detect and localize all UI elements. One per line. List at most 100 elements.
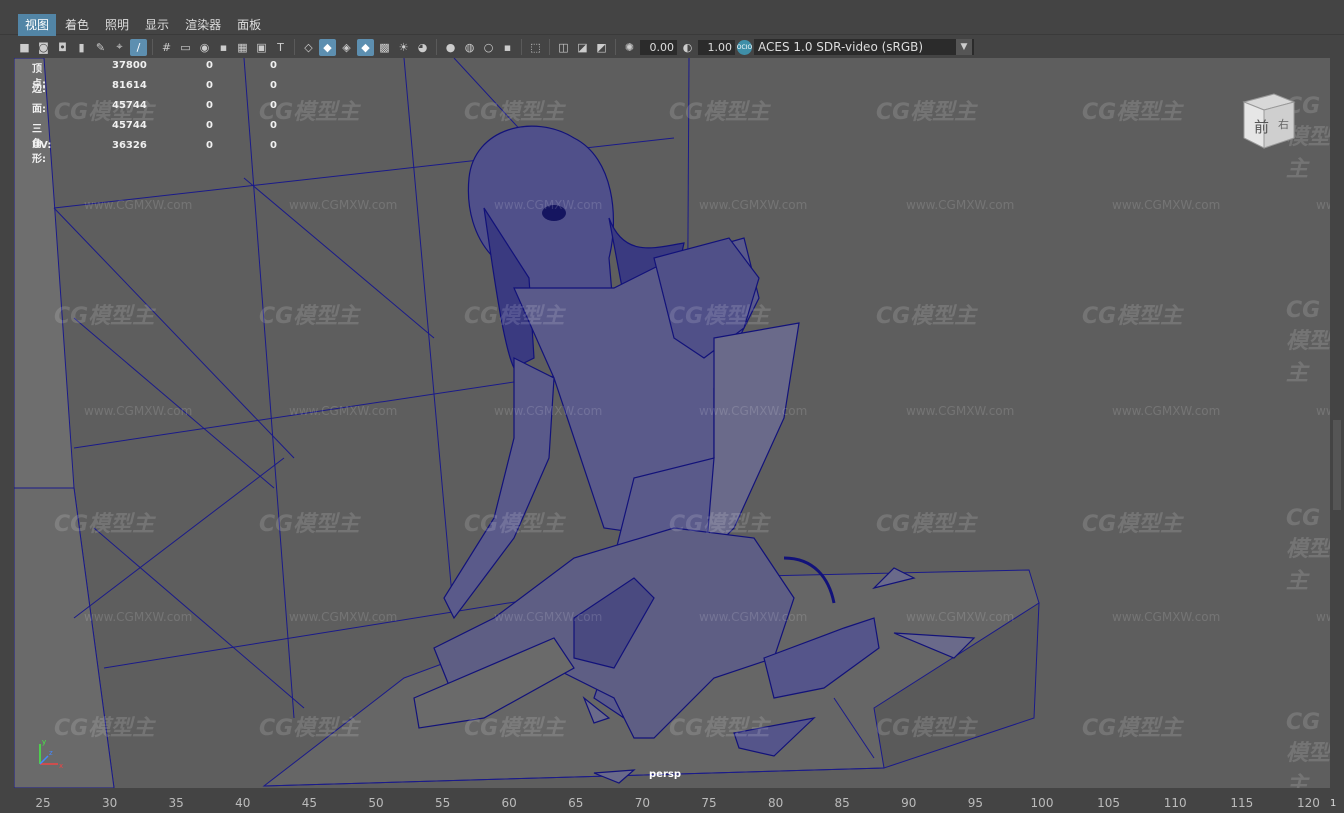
watermark-url: www.CGMXW.com: [84, 610, 193, 624]
wireframe-icon[interactable]: ◇: [300, 39, 317, 56]
isolate-select-icon[interactable]: ⬚: [527, 39, 544, 56]
watermark-logo: CG模型主: [54, 304, 155, 329]
xray-joints-icon[interactable]: ◪: [574, 39, 591, 56]
watermark-logo: CG模型主: [1082, 716, 1183, 741]
watermark-logo: CG模型主: [54, 100, 155, 125]
lights-icon[interactable]: ☀: [395, 39, 412, 56]
film-gate-icon[interactable]: ▭: [177, 39, 194, 56]
ocio-icon[interactable]: OCIO: [737, 39, 752, 55]
safe-action-icon[interactable]: ▣: [253, 39, 270, 56]
viewcube-front-label: 前: [1254, 118, 1269, 136]
safe-title-icon[interactable]: T: [272, 39, 289, 56]
stat-label: UV:: [32, 140, 52, 151]
menu-item[interactable]: 着色: [58, 14, 96, 36]
wireframe-on-shaded-icon[interactable]: ◆: [357, 38, 374, 56]
watermark-url: www.CGMXW.com: [1316, 198, 1330, 212]
timeline-tick-label: 40: [235, 796, 251, 810]
camera-attr-icon[interactable]: ◙: [35, 39, 52, 56]
menu-item[interactable]: 视图: [18, 14, 57, 36]
viewport-menubar: 视图 着色 照明 显示 渲染器 面板: [0, 0, 1344, 36]
gate-mask-icon[interactable]: ▪: [215, 39, 232, 56]
watermark-logo: CG模型主: [876, 512, 977, 537]
color-space-select[interactable]: ACES 1.0 SDR-video (sRGB) ▼: [754, 39, 974, 55]
separator: [615, 39, 616, 55]
watermark-logo: CG模型主: [1286, 710, 1330, 788]
menu-item[interactable]: 显示: [138, 14, 176, 36]
time-slider[interactable]: 1 25 30 35 40 45 50 55 60 65 70 75 80 85 90 95 100 105 11…: [0, 790, 1344, 813]
timeline-tick-label: 35: [168, 796, 184, 810]
grease-pencil-icon[interactable]: ✎: [92, 39, 109, 56]
timeline-tick-label: 50: [368, 796, 384, 810]
menu-items: 视图 着色 照明 显示 渲染器 面板: [18, 14, 268, 36]
axis-gizmo-icon: x y z: [39, 738, 63, 770]
stat-total: 37800: [112, 60, 147, 71]
menu-item[interactable]: 渲染器: [178, 14, 228, 36]
gamma-icon[interactable]: ◐: [679, 39, 696, 56]
timeline-tick-label: 95: [967, 796, 984, 810]
viewcube-icon[interactable]: 前 右: [1236, 88, 1298, 150]
resolution-gate-icon[interactable]: ◉: [196, 39, 213, 56]
watermark-logo: CG模型主: [669, 304, 770, 329]
exposure-icon[interactable]: ✺: [621, 39, 638, 56]
watermark-logo: CG模型主: [259, 304, 360, 329]
smooth-shade-icon[interactable]: ◆: [319, 38, 336, 56]
separator: [294, 39, 295, 55]
depth-of-field-icon[interactable]: ▪: [499, 39, 516, 56]
3d-viewport[interactable]: 顶点: 37800 0 0 边: 81614 0 0 面: 45744 0 0 三角形: 45744 0 0 U…: [14, 58, 1330, 788]
watermark-url: www.CGMXW.com: [289, 404, 398, 418]
viewcube[interactable]: 前 右: [1236, 88, 1298, 150]
separator: [521, 39, 522, 55]
grid-icon[interactable]: #: [158, 39, 175, 56]
xray-icon[interactable]: ◫: [555, 39, 572, 56]
image-plane-icon[interactable]: ▮: [73, 39, 90, 56]
watermark-url: www.CGMXW.com: [906, 404, 1015, 418]
watermark-logo: CG模型主: [669, 512, 770, 537]
timeline-tick-label: 80: [767, 796, 784, 810]
exposure-field[interactable]: 0.00: [640, 39, 677, 55]
watermark-url: www.CGMXW.com: [84, 198, 193, 212]
watermark-logo: CG模型主: [669, 100, 770, 125]
menu-item[interactable]: 面板: [230, 14, 268, 36]
default-material-icon[interactable]: ◈: [338, 39, 355, 56]
watermark-url: www.CGMXW.com: [1112, 198, 1221, 212]
stat-total: 36326: [112, 140, 147, 151]
axis-x-label: x: [59, 762, 63, 770]
xray-components-icon[interactable]: ◩: [593, 39, 610, 56]
timeline-tick-label: 65: [568, 796, 584, 810]
chevron-down-icon[interactable]: ▼: [956, 39, 972, 55]
pivot-icon[interactable]: ⌖: [111, 39, 128, 56]
watermark-url: www.CGMXW.com: [1316, 610, 1330, 624]
current-frame: 1: [1330, 798, 1337, 809]
textured-icon[interactable]: ▩: [376, 39, 393, 56]
menu-item[interactable]: 照明: [98, 14, 136, 36]
axis-gizmo: x y z: [34, 738, 68, 776]
bookmark-icon[interactable]: ◘: [54, 39, 71, 56]
field-chart-icon[interactable]: ▦: [234, 39, 251, 56]
watermark-logo: CG模型主: [1082, 100, 1183, 125]
separator: [152, 39, 153, 55]
stat-selected: 0: [206, 120, 213, 131]
watermark-url: www.CGMXW.com: [289, 198, 398, 212]
watermark-url: www.CGMXW.com: [494, 610, 603, 624]
motion-blur-icon[interactable]: ◍: [461, 39, 478, 56]
axis-z-label: z: [49, 749, 53, 757]
multisample-icon[interactable]: ○: [480, 39, 497, 56]
scrollbar-thumb[interactable]: [1333, 420, 1341, 510]
stat-component: 0: [270, 80, 277, 91]
shadows-icon[interactable]: ◕: [414, 39, 431, 56]
ssao-icon[interactable]: ●: [442, 39, 459, 56]
watermark-logo: CG模型主: [876, 100, 977, 125]
timeline-tick-label: 70: [634, 796, 651, 810]
gamma-field[interactable]: 1.00: [698, 39, 735, 55]
watermark-logo: CG模型主: [1082, 512, 1183, 537]
watermark-url: www.CGMXW.com: [699, 198, 808, 212]
watermark-logo: CG模型主: [876, 716, 977, 741]
stat-selected: 0: [206, 100, 213, 111]
watermark-url: www.CGMXW.com: [289, 610, 398, 624]
timeline-tick-label: 85: [834, 796, 850, 810]
camera-icon[interactable]: ■: [16, 39, 33, 56]
stat-label: 边:: [32, 84, 46, 95]
paint-brush-icon[interactable]: /: [130, 38, 147, 56]
separator: [549, 39, 550, 55]
watermark-url: www.CGMXW.com: [1316, 404, 1330, 418]
